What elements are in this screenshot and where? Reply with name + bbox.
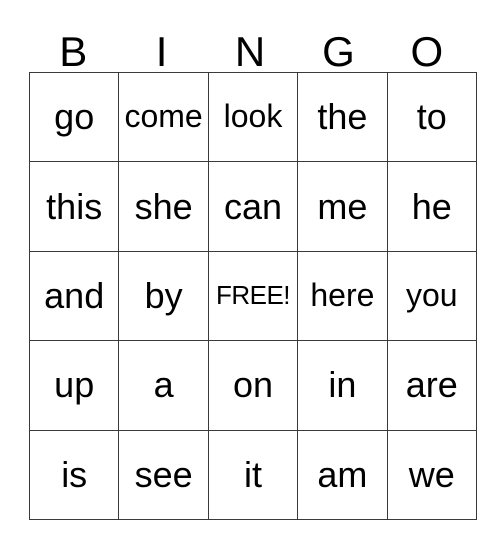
bingo-card: B I N G O go come look the to this she c… bbox=[28, 24, 477, 520]
bingo-header-cell-b: B bbox=[29, 24, 117, 76]
bingo-header-cell-i: I bbox=[117, 24, 205, 76]
bingo-cell-word: look bbox=[223, 98, 283, 135]
bingo-cell-free[interactable]: FREE! bbox=[207, 250, 299, 342]
bingo-header-cell-o: O bbox=[383, 24, 471, 76]
bingo-cell[interactable]: she bbox=[118, 161, 209, 252]
bingo-cell-word: this bbox=[46, 185, 103, 227]
bingo-cell-word: to bbox=[416, 96, 447, 138]
bingo-cell[interactable]: come bbox=[118, 71, 209, 163]
bingo-header-letter: O bbox=[410, 28, 444, 76]
bingo-cell-word: up bbox=[54, 364, 95, 406]
bingo-cell-word: a bbox=[153, 364, 174, 406]
bingo-header-cell-g: G bbox=[294, 24, 382, 76]
bingo-row: go come look the to bbox=[28, 71, 477, 163]
bingo-cell[interactable]: can bbox=[207, 161, 299, 252]
bingo-header-cell-n: N bbox=[206, 24, 294, 76]
bingo-row: is see it am we bbox=[28, 429, 477, 520]
bingo-cell-word: we bbox=[408, 453, 455, 495]
bingo-header-letter: B bbox=[59, 28, 88, 76]
bingo-header-letter: G bbox=[322, 28, 355, 76]
bingo-cell-word: it bbox=[243, 453, 262, 495]
bingo-cell-word: you bbox=[405, 277, 458, 314]
bingo-free-space-label: FREE! bbox=[215, 280, 291, 311]
bingo-cell-word: the bbox=[317, 96, 368, 138]
bingo-cell-word: see bbox=[134, 453, 193, 495]
bingo-cell[interactable]: you bbox=[386, 250, 477, 342]
bingo-cell[interactable]: he bbox=[386, 161, 477, 252]
bingo-cell-word: and bbox=[44, 275, 105, 317]
bingo-cell[interactable]: a bbox=[118, 340, 209, 431]
bingo-cell-word: are bbox=[405, 364, 458, 406]
bingo-cell[interactable]: here bbox=[297, 250, 388, 342]
bingo-cell[interactable]: in bbox=[297, 340, 388, 431]
bingo-cell[interactable]: go bbox=[28, 71, 120, 163]
bingo-cell-word: in bbox=[328, 364, 357, 406]
bingo-cell[interactable]: look bbox=[207, 71, 299, 163]
bingo-cell[interactable]: it bbox=[207, 429, 299, 520]
bingo-header-row: B I N G O bbox=[29, 24, 471, 76]
bingo-cell[interactable]: the bbox=[297, 71, 388, 163]
bingo-cell[interactable]: on bbox=[207, 340, 299, 431]
bingo-cell[interactable]: see bbox=[118, 429, 209, 520]
bingo-cell[interactable]: by bbox=[118, 250, 209, 342]
bingo-header-letter: N bbox=[234, 28, 266, 76]
bingo-cell[interactable]: and bbox=[28, 250, 120, 342]
bingo-cell-word: me bbox=[317, 185, 368, 227]
bingo-cell-word: come bbox=[124, 98, 203, 135]
bingo-cell[interactable]: to bbox=[386, 71, 477, 163]
bingo-row: and by FREE! here you bbox=[28, 250, 477, 342]
bingo-cell-word: am bbox=[317, 453, 368, 495]
bingo-cell-word: on bbox=[232, 364, 273, 406]
bingo-cell[interactable]: am bbox=[297, 429, 388, 520]
bingo-cell[interactable]: we bbox=[386, 429, 477, 520]
bingo-cell-word: here bbox=[310, 277, 375, 314]
bingo-cell[interactable]: up bbox=[28, 340, 120, 431]
bingo-row: this she can me he bbox=[28, 161, 477, 252]
bingo-cell-word: can bbox=[223, 185, 282, 227]
bingo-cell[interactable]: is bbox=[28, 429, 120, 520]
bingo-cell-word: by bbox=[144, 275, 183, 317]
bingo-cell-word: he bbox=[411, 185, 452, 227]
bingo-cell[interactable]: this bbox=[28, 161, 120, 252]
bingo-cell[interactable]: me bbox=[297, 161, 388, 252]
bingo-cell[interactable]: are bbox=[386, 340, 477, 431]
bingo-cell-word: go bbox=[54, 96, 95, 138]
bingo-cell-word: is bbox=[61, 453, 88, 495]
bingo-header-letter: I bbox=[155, 28, 168, 76]
bingo-cell-word: she bbox=[134, 185, 193, 227]
bingo-grid: go come look the to this she can me he a… bbox=[28, 71, 477, 520]
bingo-row: up a on in are bbox=[28, 340, 477, 431]
